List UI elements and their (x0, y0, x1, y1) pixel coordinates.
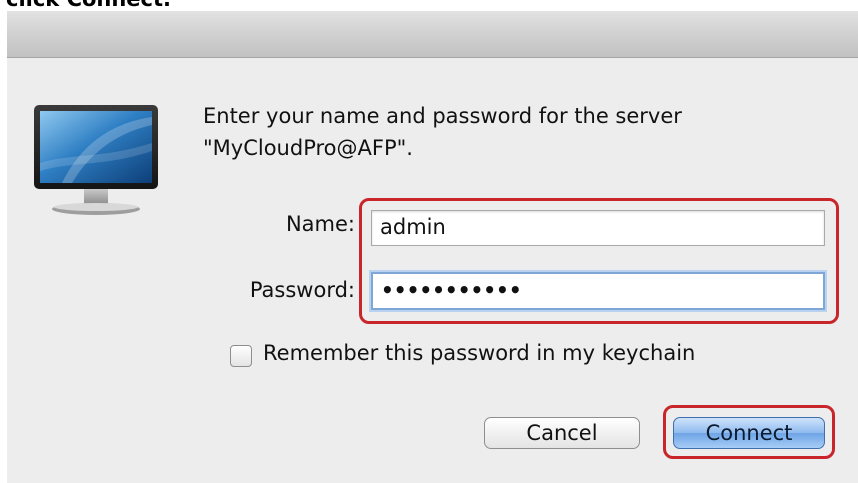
connect-button[interactable]: Connect (673, 417, 825, 449)
prompt-message: Enter your name and password for the ser… (203, 100, 823, 164)
prompt-line-2: "MyCloudPro@AFP". (203, 136, 413, 160)
remember-label[interactable]: Remember this password in my keychain (263, 341, 695, 365)
window-titlebar[interactable] (7, 11, 858, 58)
monitor-icon (34, 105, 158, 215)
remember-checkbox[interactable] (230, 345, 252, 367)
prompt-line-1: Enter your name and password for the ser… (203, 104, 682, 128)
name-field[interactable]: admin (371, 210, 825, 246)
password-field[interactable]: ••••••••••• (371, 272, 825, 310)
name-label: Name: (285, 212, 355, 236)
password-label: Password: (249, 278, 355, 302)
cancel-button[interactable]: Cancel (484, 417, 640, 449)
server-login-dialog: Enter your name and password for the ser… (7, 58, 858, 483)
instruction-caption: click Connect. (6, 0, 171, 11)
password-mask: ••••••••••• (381, 278, 522, 302)
